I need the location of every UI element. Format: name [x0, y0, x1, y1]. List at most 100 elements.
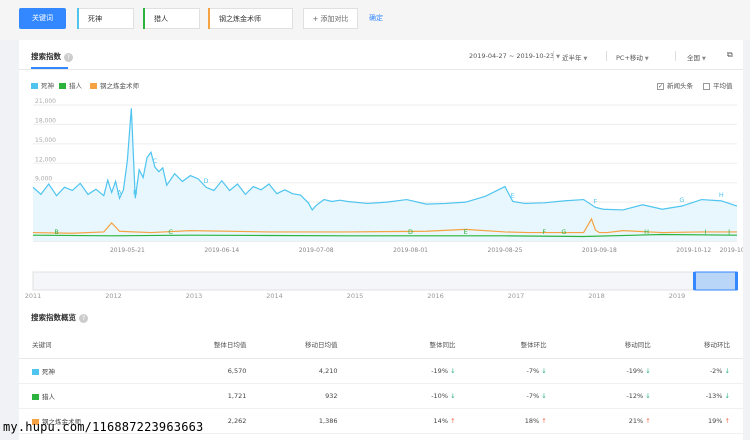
- down-arrow-icon: ↓: [450, 366, 456, 375]
- mobile-mom-cell: 19% ↑: [650, 408, 743, 434]
- y-tick-label: 15,000: [35, 137, 56, 144]
- timeline-year-label: 2011: [25, 292, 42, 300]
- timeline-slider[interactable]: 2011 2012 2013 2014 2015 2016 2017 2018 2019: [19, 270, 743, 302]
- overall-yoy-cell: -10% ↓: [337, 383, 456, 409]
- legend-item-shishen[interactable]: 死神: [31, 80, 54, 90]
- overall-mom-cell: -7% ↓: [455, 358, 547, 384]
- help-icon[interactable]: ?: [64, 52, 73, 62]
- x-tick-label: 2019-08-01: [393, 247, 428, 254]
- timeline-year-label: 2015: [347, 292, 364, 300]
- region-select[interactable]: 全国 ▼: [687, 52, 706, 62]
- legend-swatch: [31, 83, 38, 89]
- keyword-input-2[interactable]: 猎人: [143, 8, 200, 29]
- column-header: 整体日均值: [179, 330, 247, 359]
- annotation-label: A: [117, 188, 122, 196]
- legend-swatch: [59, 83, 66, 89]
- column-header: 整体同比: [337, 330, 456, 359]
- annotation-label: E: [464, 228, 468, 236]
- device-select[interactable]: PC+移动 ▼: [616, 52, 649, 62]
- table-row: 猎人 1,721 932 -10% ↓ -7% ↓ -12% ↓ -13% ↓: [19, 383, 743, 409]
- date-range-picker[interactable]: 2019-04-27 ~ 2019-10-23 ▼: [469, 52, 560, 60]
- external-link-icon[interactable]: ⧉: [727, 50, 733, 60]
- column-header: 整体环比: [455, 330, 547, 359]
- news-checkbox[interactable]: ✓ 新闻头条: [657, 80, 693, 90]
- overview-table: 关键词 整体日均值 移动日均值 整体同比 整体环比 移动同比 移动环比 死神 6,…: [19, 330, 743, 434]
- keyword-bar: 关键词 死神 猎人 钢之炼金术师 + 添加对比 确定: [0, 0, 750, 40]
- table-row: 死神 6,570 4,210 -19% ↓ -7% ↓ -19% ↓ -2% ↓: [19, 358, 743, 384]
- overview-title: 搜索指数概览?: [31, 312, 88, 323]
- overall-mom-cell: -7% ↓: [455, 383, 547, 409]
- down-arrow-icon: ↓: [541, 366, 547, 375]
- keyword-label: 猎人: [42, 392, 55, 401]
- down-arrow-icon: ↓: [645, 366, 651, 375]
- checkbox-icon: [703, 82, 710, 90]
- keyword-swatch: [32, 368, 39, 375]
- column-header: 移动日均值: [246, 330, 338, 359]
- annotation-label: F: [594, 197, 598, 205]
- timeline-year-label: 2017: [508, 292, 525, 300]
- timeline-year-label: 2018: [588, 292, 605, 300]
- down-arrow-icon: ↓: [541, 391, 547, 400]
- divider: [553, 51, 554, 61]
- overall-mom-cell: 18% ↑: [455, 408, 547, 434]
- mobile-yoy-cell: 21% ↑: [546, 408, 651, 434]
- timeline-year-label: 2014: [266, 292, 283, 300]
- overall-avg-cell: 1,721: [179, 383, 247, 409]
- overall-avg-cell: 6,570: [179, 358, 247, 384]
- annotation-label: J: [727, 228, 730, 236]
- search-index-panel: 搜索指数? 2019-04-27 ~ 2019-10-23 ▼ 近半年 ▼ PC+移…: [19, 40, 743, 440]
- keyword-cell: 死神: [19, 358, 180, 384]
- trend-title: 搜索指数?: [31, 51, 73, 62]
- timeline-year-label: 2013: [186, 292, 203, 300]
- mobile-mom-cell: -2% ↓: [650, 358, 743, 384]
- header-divider: [19, 69, 743, 70]
- up-arrow-icon: ↑: [450, 416, 456, 425]
- down-arrow-icon: ↓: [724, 391, 730, 400]
- legend-item-lieren[interactable]: 猎人: [59, 80, 82, 90]
- overall-yoy-cell: -19% ↓: [337, 358, 456, 384]
- average-checkbox[interactable]: 平均值: [703, 80, 733, 90]
- column-header: 移动同比: [546, 330, 651, 359]
- annotation-label: D: [204, 177, 209, 185]
- keyword-input-3[interactable]: 钢之炼金术师: [208, 8, 293, 29]
- keyword-tab-button[interactable]: 关键词: [19, 8, 66, 29]
- mobile-avg-cell: 932: [246, 383, 338, 409]
- overall-yoy-cell: 14% ↑: [337, 408, 456, 434]
- annotation-label: C: [168, 228, 173, 236]
- annotation-label: I: [705, 228, 707, 236]
- keyword-label: 死神: [42, 367, 55, 376]
- mobile-yoy-cell: -12% ↓: [546, 383, 651, 409]
- annotation-label: H: [644, 228, 649, 236]
- keyword-input-1[interactable]: 死神: [77, 8, 134, 29]
- timeline-year-label: 2019: [669, 292, 686, 300]
- timeline-year-label: 2016: [427, 292, 444, 300]
- up-arrow-icon: ↑: [724, 416, 730, 425]
- period-select[interactable]: 近半年 ▼: [562, 52, 587, 62]
- y-tick-label: 18,000: [35, 117, 56, 124]
- y-tick-label: 21,000: [35, 98, 56, 105]
- mobile-avg-cell: 4,210: [246, 358, 338, 384]
- help-icon[interactable]: ?: [79, 313, 88, 323]
- legend-item-fma[interactable]: 钢之炼金术师: [90, 80, 139, 90]
- timeline-handle-left: [693, 272, 696, 290]
- down-arrow-icon: ↓: [450, 391, 456, 400]
- mobile-mom-cell: -13% ↓: [650, 383, 743, 409]
- up-arrow-icon: ↑: [645, 416, 651, 425]
- annotation-label: C: [153, 157, 158, 165]
- timeline-year-label: 2012: [105, 292, 122, 300]
- annotation-label: G: [679, 196, 684, 204]
- annotation-label: H: [719, 191, 724, 199]
- add-compare-button[interactable]: + 添加对比: [303, 8, 358, 29]
- checkbox-checked-icon: ✓: [657, 82, 664, 90]
- x-tick-label: 2019-08-25: [488, 247, 523, 254]
- annotation-label: D: [408, 228, 413, 236]
- confirm-button[interactable]: 确定: [369, 8, 383, 29]
- x-tick-label: 2019-05-21: [110, 247, 145, 254]
- down-arrow-icon: ↓: [724, 366, 730, 375]
- divider: [675, 51, 676, 61]
- divider: [606, 51, 607, 61]
- trend-chart[interactable]: 3,0006,0009,00012,00015,00018,00021,0002…: [19, 95, 743, 270]
- annotation-label: G: [561, 228, 566, 236]
- column-header: 关键词: [19, 330, 180, 359]
- annotation-label: B: [133, 188, 137, 196]
